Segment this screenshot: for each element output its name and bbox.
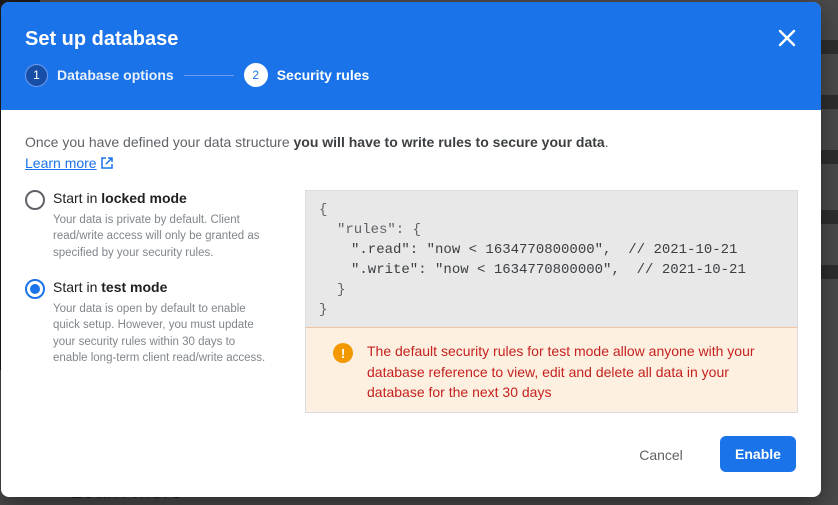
learn-more-label: Learn more [25, 155, 97, 171]
code-close-brace: } [319, 302, 328, 318]
locked-mode-description: Your data is private by default. Client … [53, 214, 260, 259]
code-inner-close: } [337, 282, 346, 298]
intro-plain: Once you have defined your data structur… [25, 134, 294, 150]
locked-mode-label: locked mode [101, 190, 187, 206]
test-mode-title: Start in test mode [53, 279, 167, 295]
step-2-number: 2 [243, 63, 268, 87]
intro-bold: you will have to write rules to secure y… [293, 134, 605, 150]
rules-code-panel: { "rules": { ".read": "now < 16347708000… [305, 190, 798, 327]
setup-database-dialog: Set up database 1 Database options 2 Sec… [1, 2, 821, 497]
step-1-number: 1 [25, 63, 48, 87]
code-rules-line: "rules": { [337, 222, 422, 238]
background-strip [818, 265, 838, 279]
option-test-mode[interactable]: Start in test mode Your data is open by … [25, 279, 275, 379]
code-write-line: ".write": "now < 1634770800000", // 2021… [351, 262, 746, 278]
dialog-header: Set up database 1 Database options 2 Sec… [1, 2, 821, 110]
warning-icon: ! [333, 343, 353, 363]
test-mode-label: test mode [101, 279, 168, 295]
background-strip [818, 210, 838, 224]
locked-mode-prefix: Start in [53, 190, 102, 206]
learn-more-link[interactable]: Learn more [25, 155, 114, 171]
background-strip [818, 150, 838, 164]
stepper: 1 Database options 2 Security rules [25, 62, 369, 88]
dialog-title: Set up database [25, 28, 179, 50]
intro-end: . [604, 134, 609, 150]
warning-banner: ! The default security rules for test mo… [305, 327, 798, 413]
code-read-line: ".read": "now < 1634770800000", // 2021-… [351, 242, 738, 258]
external-link-icon [100, 157, 113, 169]
option-locked-mode[interactable]: Start in locked mode Your data is privat… [25, 190, 275, 260]
step-2-label: Security rules [276, 67, 370, 83]
test-mode-prefix: Start in [53, 279, 102, 295]
locked-mode-title: Start in locked mode [53, 190, 187, 206]
test-mode-description: Your data is open by default to enable q… [53, 303, 266, 364]
background-strip [818, 40, 838, 54]
enable-button[interactable]: Enable [720, 436, 796, 472]
step-connector [183, 74, 234, 76]
code-open-brace: { [319, 202, 328, 218]
step-1-label: Database options [57, 67, 174, 83]
warning-text: The default security rules for test mode… [367, 343, 755, 400]
cancel-button[interactable]: Cancel [621, 438, 701, 472]
close-icon[interactable] [775, 26, 799, 50]
locked-mode-radio[interactable] [25, 190, 45, 210]
test-mode-radio[interactable] [25, 279, 45, 299]
intro-text: Once you have defined your data structur… [25, 134, 609, 150]
background-strip [818, 95, 838, 109]
